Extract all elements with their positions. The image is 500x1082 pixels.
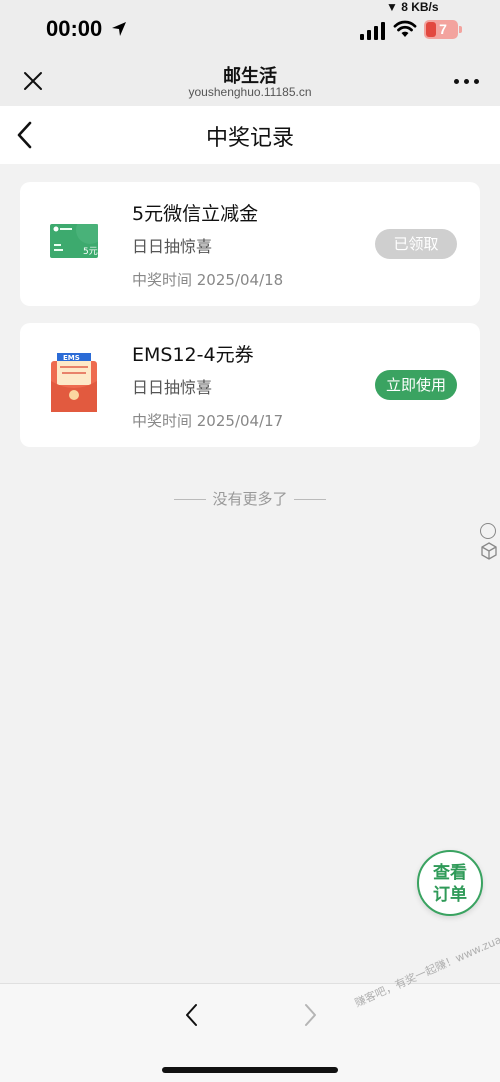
status-time: 00:00 <box>46 16 103 41</box>
prize-date: 中奖时间 2025/04/18 <box>132 271 284 289</box>
browser-header: 邮生活 youshenghuo.11185.cn <box>0 58 500 106</box>
page-title: 中奖记录 <box>205 126 294 151</box>
divider-right <box>293 499 326 500</box>
page-nav-bar: 中奖记录 <box>0 106 500 164</box>
prize-card[interactable]: 5元 5元微信立减金 日日抽惊喜 中奖时间 2025/04/18 已领取 <box>20 182 480 306</box>
browser-forward-icon[interactable] <box>300 1002 320 1028</box>
prize-card[interactable]: EMS EMS12-4元券 日日抽惊喜 中奖时间 2025/04/17 立即使用 <box>20 323 480 447</box>
prize-source: 日日抽惊喜 <box>132 378 213 397</box>
ems-logo-label: EMS <box>63 354 80 362</box>
browser-url: youshenghuo.11185.cn <box>188 85 312 99</box>
battery-icon: 7 <box>424 20 462 39</box>
browser-bottom-bar <box>0 983 500 1082</box>
no-more-text: 没有更多了 <box>212 490 288 508</box>
view-orders-line2: 订单 <box>433 885 467 905</box>
location-arrow-icon <box>112 22 126 36</box>
claimed-button[interactable]: 已领取 <box>375 229 457 259</box>
status-bar: 00:00 ▼ 8 KB/s 7 <box>0 0 500 58</box>
prize-source: 日日抽惊喜 <box>132 237 213 256</box>
prize-date: 中奖时间 2025/04/17 <box>132 412 284 430</box>
prize-title: EMS12-4元券 <box>132 344 254 366</box>
cellular-signal-icon <box>360 22 385 40</box>
voucher-amount-label: 5元 <box>83 247 98 257</box>
network-speed: ▼ 8 KB/s <box>386 0 439 14</box>
prize-title: 5元微信立减金 <box>132 203 259 225</box>
ems-coupon-image: EMS <box>51 353 97 412</box>
floating-cube-icon[interactable] <box>480 542 498 560</box>
view-orders-line1: 查看 <box>433 863 467 883</box>
more-options-button[interactable] <box>452 72 482 90</box>
wechat-voucher-image: 5元 <box>50 224 98 258</box>
no-more-indicator: 没有更多了 <box>0 488 500 509</box>
divider-left <box>174 499 207 500</box>
floating-circle-icon[interactable] <box>480 523 496 539</box>
browser-back-icon[interactable] <box>182 1002 202 1028</box>
wifi-icon <box>393 20 417 37</box>
use-now-button[interactable]: 立即使用 <box>375 370 457 400</box>
battery-level: 7 <box>439 21 447 37</box>
home-indicator[interactable] <box>162 1067 338 1073</box>
view-orders-button[interactable]: 查看 订单 <box>417 850 483 916</box>
